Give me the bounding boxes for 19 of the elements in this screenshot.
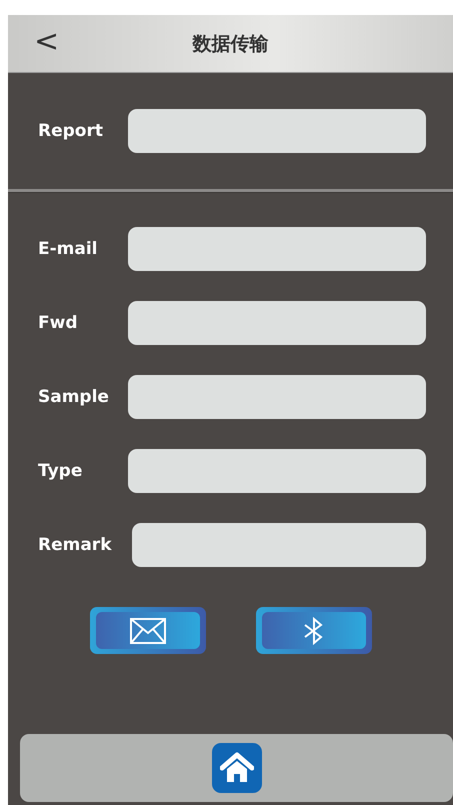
input-field[interactable] [128, 227, 426, 271]
input-field[interactable] [128, 375, 426, 419]
email-button[interactable] [90, 607, 206, 654]
screen-title: 数据传输 [192, 32, 268, 56]
input-field[interactable] [132, 523, 426, 567]
input-field[interactable] [128, 449, 426, 493]
field-label: Report [38, 121, 104, 141]
envelope-icon [130, 618, 166, 644]
input-field[interactable] [128, 301, 426, 345]
field-label: E-mail [38, 239, 99, 259]
home-icon [220, 752, 254, 784]
report-field[interactable] [128, 109, 426, 153]
field-label: Type [38, 461, 84, 481]
field-label: Remark [38, 535, 113, 555]
bluetooth-button[interactable] [256, 607, 372, 654]
field-label: Sample [38, 387, 110, 407]
home-button[interactable] [212, 743, 262, 793]
back-button[interactable]: < [30, 25, 64, 59]
field-label: Fwd [38, 313, 78, 333]
